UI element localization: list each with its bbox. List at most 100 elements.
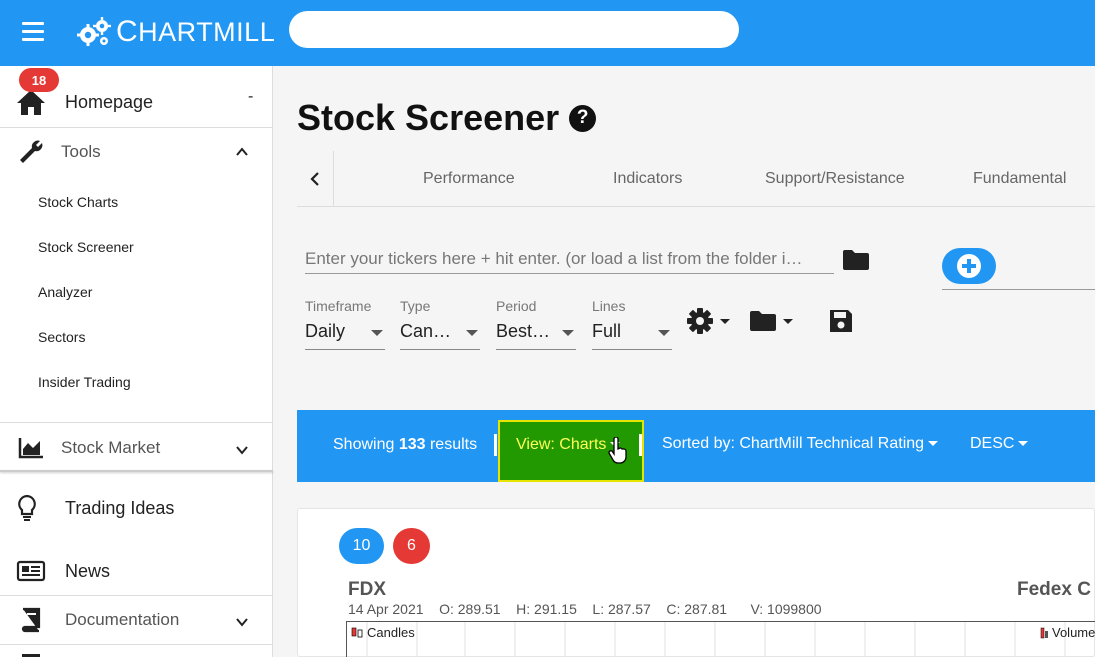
settings-button[interactable] (686, 305, 730, 337)
caret-down-icon (658, 330, 670, 336)
sidebar-item-label: Homepage (65, 91, 154, 112)
folder-icon[interactable] (842, 249, 870, 276)
lines-value: Full (592, 321, 622, 341)
volume-legend-icon (1040, 627, 1048, 638)
type-label: Type (400, 298, 431, 314)
caret-down-icon (928, 441, 939, 447)
lines-dropdown[interactable]: Full (592, 319, 672, 350)
sidebar-item-stock-charts[interactable]: Stock Charts (38, 194, 118, 210)
sidebar: Homepage - 18 Tools Stock Charts Stock S… (0, 66, 273, 657)
divider (639, 434, 642, 456)
legend-candles: Candles (351, 625, 415, 640)
sidebar-item-label: Trading Ideas (65, 497, 175, 518)
top-bar: CHARTMILL (0, 0, 1095, 66)
sidebar-item-documentation[interactable]: Documentation (0, 600, 273, 640)
book-icon (16, 605, 46, 635)
chart-company-name: Fedex C (1017, 579, 1091, 600)
caret-down-icon (371, 330, 383, 336)
tab-bar: Performance Indicators Support/Resistanc… (297, 151, 1095, 207)
caret-down-icon (466, 330, 478, 336)
divider (0, 644, 273, 645)
divider (0, 422, 273, 423)
sidebar-item-tools[interactable]: Tools (0, 132, 273, 172)
candles-legend-icon (351, 627, 363, 637)
divider (0, 595, 273, 596)
bullish-signals-pill[interactable]: 10 (339, 528, 384, 564)
logo-text: CHARTMILL (116, 15, 276, 48)
page-title-text: Stock Screener (297, 97, 560, 138)
newspaper-icon (16, 556, 46, 586)
page-title: Stock Screener ? (297, 97, 597, 139)
period-select[interactable]: Period Best… (496, 298, 576, 350)
tab-fundamental[interactable]: Fundamental (973, 170, 1066, 188)
folder-menu-button[interactable] (749, 305, 793, 337)
type-dropdown[interactable]: Can… (400, 319, 480, 350)
caret-down-icon (720, 318, 730, 324)
sidebar-item-label: Tools (61, 142, 101, 161)
wrench-icon (16, 137, 46, 167)
caret-down-icon (1018, 441, 1029, 447)
lines-label: Lines (592, 298, 626, 314)
timeframe-dropdown[interactable]: Daily (305, 319, 385, 350)
help-icon[interactable]: ? (569, 104, 597, 132)
chart-ohlc-line: 14 Apr 2021 O: 289.51 H: 291.15 L: 287.5… (348, 601, 822, 617)
bearish-signals-pill[interactable]: 6 (393, 528, 430, 564)
chart-grid (366, 622, 1066, 657)
sidebar-item-insider-trading[interactable]: Insider Trading (38, 374, 131, 390)
results-count: Showing 133 results (333, 436, 478, 453)
lightbulb-icon (12, 493, 42, 523)
sort-by-button[interactable]: Sorted by: ChartMill Technical Rating (662, 435, 939, 453)
timeframe-value: Daily (305, 321, 346, 341)
hamburger-menu-icon[interactable] (22, 22, 44, 42)
results-bar: Showing 133 results View: Charts Sorted … (297, 410, 1095, 482)
type-value: Can… (400, 321, 452, 341)
tab-scroll-left-button[interactable] (297, 151, 334, 206)
folder-icon (750, 311, 776, 331)
tab-support-resistance[interactable]: Support/Resistance (765, 170, 905, 188)
chartmill-logo[interactable]: CHARTMILL (76, 14, 275, 50)
period-label: Period (496, 298, 537, 314)
sidebar-item-stock-market[interactable]: Stock Market (0, 428, 273, 468)
floppy-disk-icon (830, 310, 852, 332)
lines-select[interactable]: Lines Full (592, 298, 672, 350)
chart-card: 10 6 FDX Fedex C 14 Apr 2021 O: 289.51 H… (297, 508, 1095, 657)
area-chart-icon (16, 433, 46, 463)
chevron-down-icon (236, 446, 248, 455)
divider (0, 127, 273, 128)
divider (494, 434, 497, 456)
tab-indicators[interactable]: Indicators (613, 170, 682, 188)
collapse-marker: - (248, 88, 254, 105)
search-input[interactable] (289, 11, 739, 48)
gears-icon (77, 17, 111, 46)
save-button[interactable] (828, 305, 854, 337)
sidebar-item-label: Stock Market (61, 438, 161, 457)
view-mode-label: View: Charts (516, 436, 621, 454)
sidebar-item-news[interactable]: News (0, 551, 273, 591)
type-select[interactable]: Type Can… (400, 298, 480, 350)
caret-down-icon (562, 330, 574, 336)
sidebar-item-label: Documentation (65, 610, 180, 629)
caret-down-icon (783, 318, 793, 324)
period-value: Best… (496, 321, 551, 341)
gear-icon (687, 308, 713, 334)
sidebar-item-label: News (65, 560, 111, 581)
plus-circle-icon (957, 254, 981, 278)
sidebar-item-sectors[interactable]: Sectors (38, 329, 85, 345)
timeframe-label: Timeframe (305, 298, 372, 314)
tab-performance[interactable]: Performance (423, 170, 515, 188)
sort-direction-button[interactable]: DESC (970, 435, 1029, 453)
chevron-down-icon (236, 618, 248, 627)
chart-area[interactable]: Candles Volume (346, 621, 1095, 657)
chevron-left-icon (310, 171, 319, 186)
notification-badge: 18 (19, 68, 59, 92)
hand-pointer-cursor-icon (607, 436, 629, 470)
sidebar-item-trading-ideas[interactable]: Trading Ideas (0, 488, 273, 528)
timeframe-select[interactable]: Timeframe Daily (305, 298, 385, 350)
chart-ticker[interactable]: FDX (348, 579, 386, 601)
sidebar-item-analyzer[interactable]: Analyzer (38, 284, 92, 300)
add-button[interactable] (942, 248, 996, 284)
ticker-input[interactable] (305, 244, 834, 274)
period-dropdown[interactable]: Best… (496, 319, 576, 350)
sidebar-item-stock-screener[interactable]: Stock Screener (38, 239, 134, 255)
legend-volume: Volume (1040, 625, 1095, 640)
